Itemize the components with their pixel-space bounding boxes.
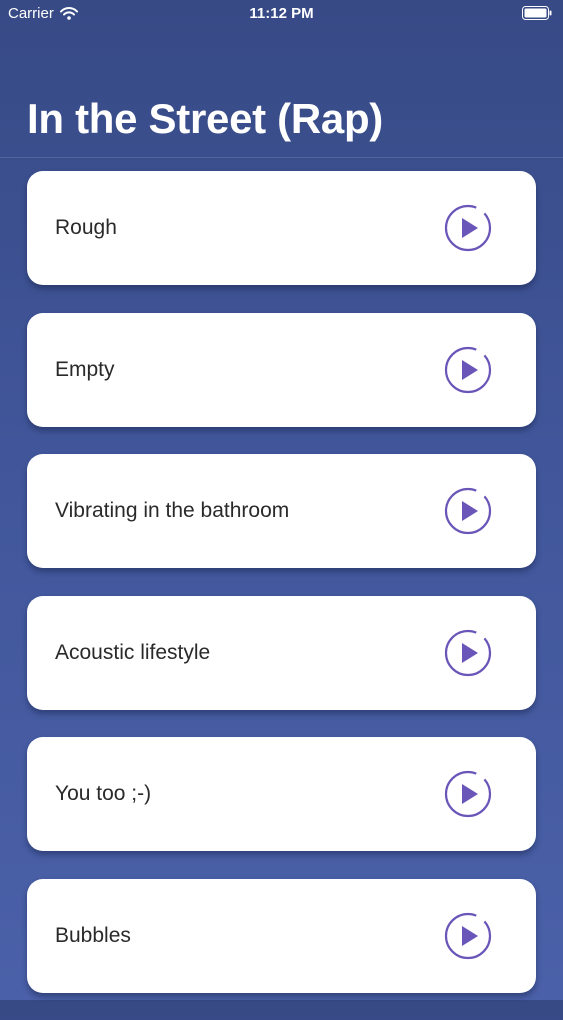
play-icon[interactable] <box>444 346 492 394</box>
play-icon[interactable] <box>444 487 492 535</box>
play-icon[interactable] <box>444 629 492 677</box>
track-label: Empty <box>55 357 115 381</box>
track-item-rough[interactable]: Rough <box>27 171 536 285</box>
track-label: Rough <box>55 216 117 239</box>
play-icon[interactable] <box>444 912 492 960</box>
track-label: You too ;-) <box>55 782 152 805</box>
page-title: In the Street (Rap) <box>27 95 383 142</box>
battery-icon <box>522 6 552 20</box>
status-bar: Carrier 11:12 PM <box>0 0 563 30</box>
track-label: Vibrating in the bathroom <box>55 499 290 522</box>
track-item-empty[interactable]: Empty <box>27 312 536 427</box>
track-label: Bubbles <box>55 923 131 947</box>
track-item-vibrating-in-the-bathroom[interactable]: Vibrating in the bathroom <box>27 454 536 568</box>
track-item-acoustic-lifestyle[interactable]: Acoustic lifestyle <box>27 595 536 710</box>
track-label: Acoustic lifestyle <box>55 640 211 664</box>
track-item-bubbles[interactable]: Bubbles <box>27 878 536 993</box>
track-item-you-too[interactable]: You too ;-) <box>27 737 536 851</box>
header-divider <box>0 157 563 158</box>
status-time: 11:12 PM <box>249 5 314 22</box>
play-icon[interactable] <box>444 770 492 818</box>
track-list: Rough Empty Vibrating in the bathroom Ac… <box>27 171 536 1020</box>
play-icon[interactable] <box>444 204 492 252</box>
